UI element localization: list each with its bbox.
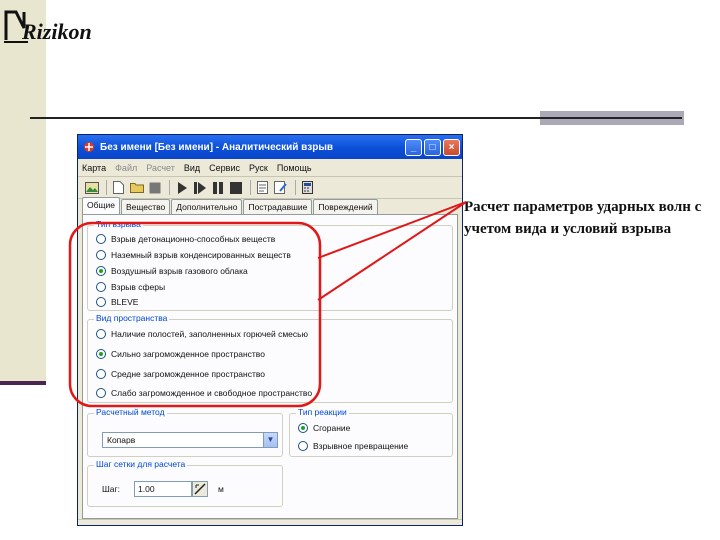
radio-button[interactable] <box>96 297 106 307</box>
toolbar-separator <box>295 180 296 195</box>
radio-space-cavities[interactable]: Наличие полостей, заполненных горючей см… <box>96 329 308 339</box>
slide: Rizikon Расчет параметров ударных волн с… <box>0 0 720 540</box>
tab-general[interactable]: Общие <box>82 197 120 214</box>
radio-label: Средне загроможденное пространство <box>111 369 266 379</box>
radio-button[interactable] <box>298 441 308 451</box>
chevron-down-icon[interactable]: ▼ <box>263 433 277 447</box>
app-window: Без имени [Без имени] - Аналитический вз… <box>77 134 463 526</box>
tab-victims[interactable]: Пострадавшие <box>243 199 313 214</box>
menu-bar: Карта Файл Расчет Вид Сервис Руск Помощь <box>78 159 462 177</box>
radio-reaction-combustion[interactable]: Сгорание <box>298 423 350 433</box>
group-grid-step: Шаг сетки для расчета Шаг: 1.00 м <box>87 459 283 507</box>
rizikon-logo: Rizikon <box>2 6 110 46</box>
close-button[interactable]: × <box>443 138 460 156</box>
calc-method-select[interactable]: Копарв ▼ <box>102 432 278 448</box>
tab-panel-general: Тип взрыва Взрыв детонационно-способных … <box>82 214 458 519</box>
maximize-button[interactable]: □ <box>424 138 441 156</box>
menu-item-help[interactable]: Помощь <box>277 163 312 173</box>
calc-method-value: Копарв <box>107 435 136 445</box>
grid-step-label: Шаг: <box>102 484 120 494</box>
minimize-button[interactable]: _ <box>405 138 422 156</box>
title-bar[interactable]: Без имени [Без имени] - Аналитический вз… <box>78 135 462 159</box>
calculator-icon[interactable] <box>300 180 315 195</box>
radio-button-selected[interactable] <box>298 423 308 433</box>
radio-button[interactable] <box>96 282 106 292</box>
radio-button[interactable] <box>96 234 106 244</box>
radio-label: Взрыв детонационно-способных веществ <box>111 234 276 244</box>
ruler-icon <box>194 483 206 495</box>
radio-label: Наличие полостей, заполненных горючей см… <box>111 329 308 339</box>
status-bar <box>78 519 462 525</box>
radio-label: Взрыв сферы <box>111 282 166 292</box>
tab-additional[interactable]: Дополнительно <box>171 199 243 214</box>
group-space-type: Вид пространства Наличие полостей, запол… <box>87 313 453 403</box>
radio-label: Сильно загроможденное пространство <box>111 349 265 359</box>
radio-button-selected[interactable] <box>96 349 106 359</box>
window-title: Без имени [Без имени] - Аналитический вз… <box>100 141 334 153</box>
group-calc-method: Расчетный метод Копарв ▼ <box>87 407 283 457</box>
menu-item-view[interactable]: Вид <box>184 163 200 173</box>
radio-explosion-sphere[interactable]: Взрыв сферы <box>96 282 165 292</box>
tab-substance[interactable]: Вещество <box>120 199 171 214</box>
menu-item-service[interactable]: Сервис <box>209 163 240 173</box>
group-space-type-title: Вид пространства <box>94 313 170 323</box>
slide-caption: Расчет параметров ударных волн с учетом … <box>464 199 702 237</box>
toolbar <box>78 177 462 199</box>
left-decor-line <box>0 381 46 385</box>
radio-label: Слабо загроможденное и свободное простра… <box>111 388 313 398</box>
radio-explosion-gas-cloud[interactable]: Воздушный взрыв газового облака <box>96 266 248 276</box>
radio-button-selected[interactable] <box>96 266 106 276</box>
group-grid-step-title: Шаг сетки для расчета <box>94 459 188 469</box>
radio-space-medium[interactable]: Средне загроможденное пространство <box>96 369 265 379</box>
map-image-icon[interactable] <box>84 180 99 195</box>
radio-explosion-bleve[interactable]: BLEVE <box>96 297 138 307</box>
open-folder-icon[interactable] <box>129 180 144 195</box>
menu-item-map[interactable]: Карта <box>82 163 106 173</box>
group-explosion-type-title: Тип взрыва <box>94 219 143 229</box>
tab-strip: Общие Вещество Дополнительно Пострадавши… <box>82 197 379 214</box>
radio-label: Взрывное превращение <box>313 441 409 451</box>
save-icon[interactable] <box>147 180 162 195</box>
menu-item-lang[interactable]: Руск <box>249 163 268 173</box>
radio-button[interactable] <box>96 329 106 339</box>
radio-explosion-detonation[interactable]: Взрыв детонационно-способных веществ <box>96 234 275 244</box>
radio-reaction-explosive[interactable]: Взрывное превращение <box>298 441 408 451</box>
group-reaction-type-title: Тип реакции <box>296 407 349 417</box>
tab-damages[interactable]: Повреждений <box>313 199 378 214</box>
radio-button[interactable] <box>96 369 106 379</box>
grid-step-pick-button[interactable] <box>192 481 208 497</box>
group-explosion-type: Тип взрыва Взрыв детонационно-способных … <box>87 219 453 311</box>
app-icon <box>84 142 94 152</box>
left-decor-bar <box>0 0 46 383</box>
radio-label: Воздушный взрыв газового облака <box>111 266 248 276</box>
radio-label: BLEVE <box>111 297 139 307</box>
group-calc-method-title: Расчетный метод <box>94 407 167 417</box>
play-icon[interactable] <box>174 180 189 195</box>
radio-button[interactable] <box>96 250 106 260</box>
edit-report-icon[interactable] <box>273 180 288 195</box>
new-file-icon[interactable] <box>111 180 126 195</box>
radio-label: Сгорание <box>313 423 351 433</box>
radio-space-heavy[interactable]: Сильно загроможденное пространство <box>96 349 265 359</box>
grid-step-input[interactable]: 1.00 <box>134 481 192 497</box>
radio-button[interactable] <box>96 388 106 398</box>
report-icon[interactable] <box>255 180 270 195</box>
menu-item-file[interactable]: Файл <box>115 163 137 173</box>
step-icon[interactable] <box>192 180 207 195</box>
grid-step-unit: м <box>218 484 224 494</box>
menu-item-calc[interactable]: Расчет <box>146 163 175 173</box>
group-reaction-type: Тип реакции Сгорание Взрывное превращени… <box>289 407 453 457</box>
stop-icon[interactable] <box>228 180 243 195</box>
radio-space-light[interactable]: Слабо загроможденное и свободное простра… <box>96 388 312 398</box>
logo-text: Rizikon <box>22 19 92 44</box>
pause-icon[interactable] <box>210 180 225 195</box>
toolbar-separator <box>169 180 170 195</box>
toolbar-separator <box>250 180 251 195</box>
toolbar-separator <box>106 180 107 195</box>
radio-label: Наземный взрыв конденсированных веществ <box>111 250 291 260</box>
header-rule <box>30 117 682 119</box>
radio-explosion-ground[interactable]: Наземный взрыв конденсированных веществ <box>96 250 291 260</box>
